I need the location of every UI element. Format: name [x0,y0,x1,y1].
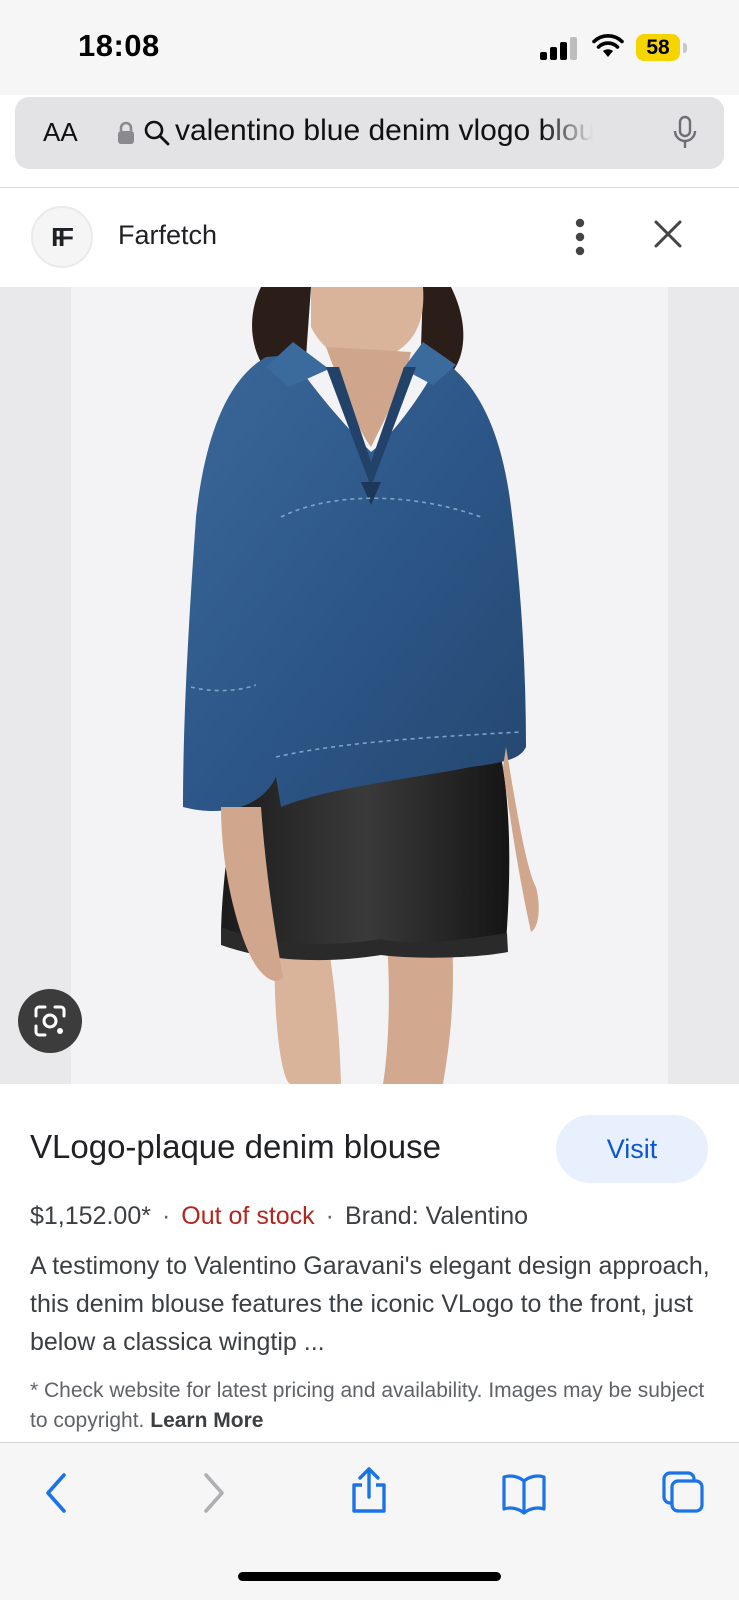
visual-search-button[interactable] [18,989,82,1053]
status-bar: 18:08 58 AA valentino blue denim vlogo b… [0,0,739,169]
cellular-signal-icon [540,36,577,60]
lock-icon [118,121,134,144]
product-image[interactable] [0,287,739,1084]
microphone-icon[interactable] [673,115,697,151]
tabs-icon[interactable] [660,1469,706,1515]
search-icon [144,120,170,146]
battery-icon: 58 [636,34,680,61]
brand: Brand: Valentino [345,1202,528,1230]
back-icon[interactable] [40,1471,72,1515]
text-size-button[interactable]: AA [43,117,78,148]
product-title[interactable]: VLogo-plaque denim blouse [30,1128,441,1166]
status-time: 18:08 [78,28,160,63]
url-bar[interactable]: AA valentino blue denim vlogo blouse [15,97,724,169]
disclaimer-text: * Check website for latest pricing and a… [30,1379,705,1432]
favicon-text: FF [51,221,74,252]
disclaimer: * Check website for latest pricing and a… [30,1376,720,1436]
close-icon[interactable] [652,218,684,250]
bookmarks-icon[interactable] [500,1471,548,1515]
more-vertical-icon[interactable] [565,214,595,260]
separator: · [161,1202,171,1230]
source-header: FF Farfetch [0,188,739,287]
visual-search-icon [34,1005,66,1037]
wifi-icon [592,34,624,57]
price: $1,152.00* [30,1202,151,1230]
product-photo [71,287,668,1084]
home-indicator[interactable] [238,1572,501,1581]
battery-tip [683,43,687,53]
stock-status: Out of stock [181,1202,315,1230]
forward-icon[interactable] [198,1471,230,1515]
model-illustration [183,287,539,1084]
share-icon[interactable] [348,1465,390,1515]
learn-more-link[interactable]: Learn More [150,1409,263,1432]
visit-button[interactable]: Visit [556,1115,708,1183]
site-favicon: FF [31,206,93,268]
product-description: A testimony to Valentino Garavani's eleg… [30,1252,710,1356]
price-row: $1,152.00* · Out of stock · Brand: Valentino [30,1202,528,1231]
separator: · [325,1202,334,1230]
url-text[interactable]: valentino blue denim vlogo blouse [175,114,593,148]
site-name[interactable]: Farfetch [118,220,217,251]
